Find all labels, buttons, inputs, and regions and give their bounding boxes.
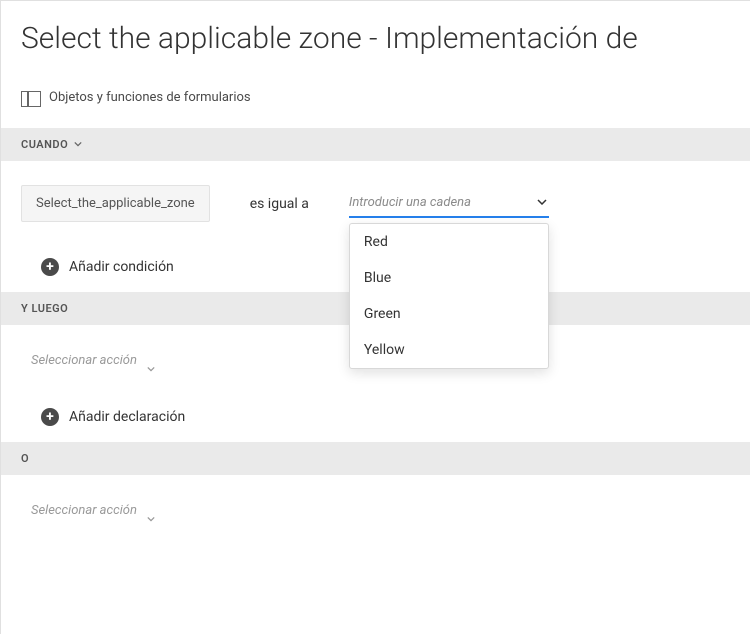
form-objects-icon <box>21 91 39 105</box>
add-declaration-label: Añadir declaración <box>69 409 185 425</box>
dropdown-option[interactable]: Yellow <box>350 332 548 368</box>
value-placeholder: Introducir una cadena <box>349 195 471 210</box>
plus-circle-icon: + <box>41 408 59 426</box>
action-select-placeholder: Seleccionar acción <box>31 353 137 368</box>
add-declaration-button[interactable]: + Añadir declaración <box>1 396 750 442</box>
page-title: Select the applicable zone - Implementac… <box>1 1 750 80</box>
action-select-2[interactable]: Seleccionar acción <box>1 475 750 546</box>
field-chip[interactable]: Select_the_applicable_zone <box>21 185 210 222</box>
chevron-down-icon <box>74 141 82 149</box>
section-header-o: O <box>1 442 750 475</box>
dropdown-option[interactable]: Red <box>350 224 548 260</box>
operator-text[interactable]: es igual a <box>250 196 309 212</box>
section-header-cuando[interactable]: CUANDO <box>1 128 750 161</box>
condition-row: Select_the_applicable_zone es igual a In… <box>1 161 750 246</box>
section-label-y-luego: Y LUEGO <box>21 302 68 315</box>
chevron-down-icon <box>147 357 155 365</box>
action-select-placeholder: Seleccionar acción <box>31 503 137 518</box>
dropdown-option[interactable]: Blue <box>350 260 548 296</box>
dropdown-option[interactable]: Green <box>350 296 548 332</box>
add-condition-label: Añadir condición <box>69 259 174 275</box>
section-label-o: O <box>21 452 29 465</box>
plus-circle-icon: + <box>41 258 59 276</box>
section-label-cuando: CUANDO <box>21 138 68 151</box>
chevron-down-icon <box>537 199 545 207</box>
value-dropdown-menu: Red Blue Green Yellow <box>349 223 549 369</box>
chevron-down-icon <box>147 507 155 515</box>
value-dropdown-input[interactable]: Introducir una cadena <box>349 189 549 218</box>
form-objects-label: Objetos y funciones de formularios <box>49 90 251 105</box>
form-objects-toolbar[interactable]: Objetos y funciones de formularios <box>1 80 750 116</box>
value-dropdown[interactable]: Introducir una cadena Red Blue Green Yel… <box>349 189 549 218</box>
